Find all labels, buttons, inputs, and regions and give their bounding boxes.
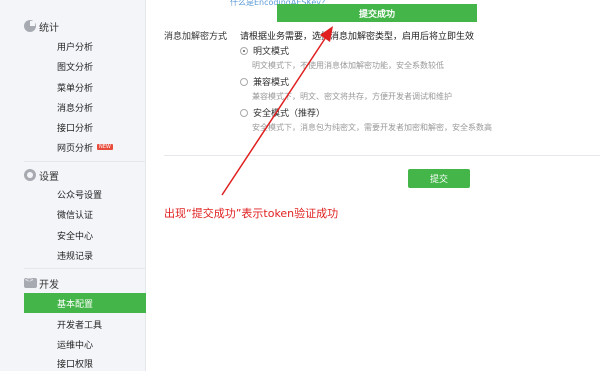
annotation-text: 出现“提交成功”表示token验证成功 [164,207,339,220]
annotation-arrow [221,26,333,196]
